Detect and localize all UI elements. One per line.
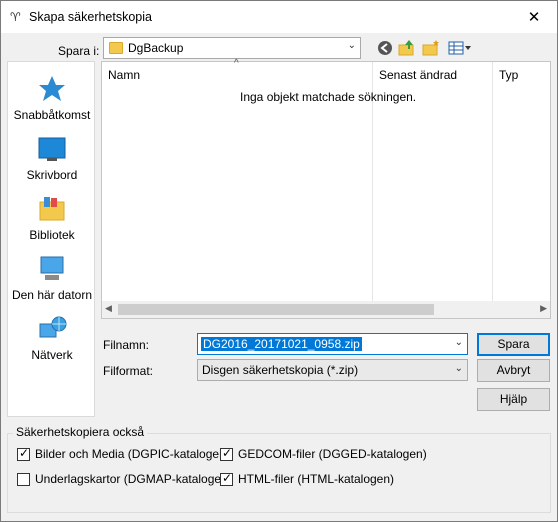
app-icon: ♈︎ — [10, 10, 21, 24]
save-in-value: DgBackup — [128, 41, 184, 55]
chevron-down-icon: ⌄ — [454, 363, 463, 374]
save-in-combobox[interactable]: DgBackup ⌄ — [103, 37, 361, 59]
network-icon — [39, 316, 67, 338]
column-header-modified[interactable]: Senast ändrad — [379, 62, 457, 86]
checkbox-box[interactable]: ✓ — [17, 445, 30, 461]
scrollbar-thumb[interactable] — [118, 304, 434, 315]
filename-input[interactable]: DG2016_20171021_0958.zip ⌄ — [197, 333, 468, 355]
checkmark-icon: ✓ — [222, 445, 233, 460]
sidebar-item-label: Skrivbord — [26, 168, 78, 182]
sidebar-item-desktop[interactable]: Skrivbord — [8, 134, 96, 182]
view-menu-button[interactable] — [447, 38, 473, 58]
places-sidebar: Snabbåtkomst Skrivbord Bibliotek Den här… — [7, 61, 95, 417]
checkbox-images-media[interactable]: ✓ Bilder och Media (DGPIC-katalogen) — [17, 445, 230, 461]
checkbox-html[interactable]: ✓ HTML-filer (HTML-katalogen) — [220, 470, 395, 486]
sidebar-item-network[interactable]: Nätverk — [8, 314, 96, 362]
sidebar-item-label: Nätverk — [31, 348, 73, 362]
save-backup-dialog: ♈︎ Skapa säkerhetskopia ✕ Spara i: DgBac… — [0, 0, 558, 522]
checkmark-icon: ✓ — [19, 445, 30, 460]
checkbox-label: HTML-filer (HTML-katalogen) — [238, 472, 395, 486]
chevron-down-icon[interactable]: ⌄ — [455, 337, 463, 348]
folder-icon — [109, 42, 123, 54]
sidebar-item-label: Bibliotek — [29, 228, 75, 242]
empty-list-message: Inga objekt matchade sökningen. — [240, 90, 417, 104]
file-list[interactable]: ^ Namn Senast ändrad Typ Inga objekt mat… — [101, 58, 551, 319]
save-button[interactable]: Spara — [477, 333, 550, 356]
back-icon — [378, 41, 392, 55]
checkmark-icon: ✓ — [222, 470, 233, 485]
scroll-right-icon[interactable]: ▶ — [540, 303, 547, 314]
save-in-label: Spara i: — [58, 44, 100, 58]
column-divider — [492, 62, 493, 302]
checkbox-box[interactable]: ✓ — [220, 445, 233, 461]
sidebar-item-quick-access[interactable]: Snabbåtkomst — [8, 74, 96, 122]
column-header-name[interactable]: Namn — [108, 62, 140, 86]
view-menu-icon — [448, 41, 471, 55]
window-title: Skapa säkerhetskopia — [29, 10, 152, 24]
help-button[interactable]: Hjälp — [477, 388, 550, 411]
desktop-icon — [38, 137, 66, 161]
filename-label: Filnamn: — [103, 338, 150, 352]
close-button[interactable]: ✕ — [511, 1, 557, 32]
star-icon — [39, 76, 65, 101]
back-button[interactable] — [375, 38, 395, 58]
sidebar-item-this-pc[interactable]: Den här datorn — [8, 254, 96, 302]
new-folder-icon — [422, 40, 439, 56]
cancel-button[interactable]: Avbryt — [477, 359, 550, 382]
column-header-type[interactable]: Typ — [499, 62, 518, 86]
checkbox-gedcom[interactable]: ✓ GEDCOM-filer (DGGED-katalogen) — [220, 445, 427, 461]
sort-arrow-icon: ^ — [234, 58, 239, 69]
checkbox-box[interactable] — [17, 472, 30, 486]
backup-also-title: Säkerhetskopiera också — [13, 425, 148, 439]
library-icon — [39, 197, 65, 221]
horizontal-scrollbar[interactable]: ◀ ▶ — [102, 301, 550, 318]
fileformat-select[interactable]: Disgen säkerhetskopia (*.zip) ⌄ — [197, 359, 468, 381]
new-folder-button[interactable] — [421, 38, 441, 58]
checkbox-label: Bilder och Media (DGPIC-katalogen) — [35, 447, 230, 461]
sidebar-item-label: Den här datorn — [11, 288, 93, 302]
fileformat-label: Filformat: — [103, 364, 154, 378]
checkbox-label: Underlagskartor (DGMAP-katalogen) — [35, 472, 232, 486]
fileformat-value: Disgen säkerhetskopia (*.zip) — [202, 363, 359, 377]
up-folder-button[interactable] — [397, 38, 417, 58]
title-bar: ♈︎ Skapa säkerhetskopia ✕ — [1, 1, 557, 33]
checkbox-label: GEDCOM-filer (DGGED-katalogen) — [238, 447, 427, 461]
sidebar-item-libraries[interactable]: Bibliotek — [8, 194, 96, 242]
chevron-down-icon: ⌄ — [347, 40, 356, 51]
scroll-left-icon[interactable]: ◀ — [105, 303, 112, 314]
sidebar-item-label: Snabbåtkomst — [13, 108, 91, 122]
computer-icon — [40, 256, 64, 280]
filename-value: DG2016_20171021_0958.zip — [201, 337, 362, 351]
checkbox-maps[interactable]: Underlagskartor (DGMAP-katalogen) — [17, 472, 232, 486]
close-icon: ✕ — [527, 8, 541, 26]
checkbox-box[interactable]: ✓ — [220, 470, 233, 486]
up-folder-icon — [398, 40, 414, 56]
